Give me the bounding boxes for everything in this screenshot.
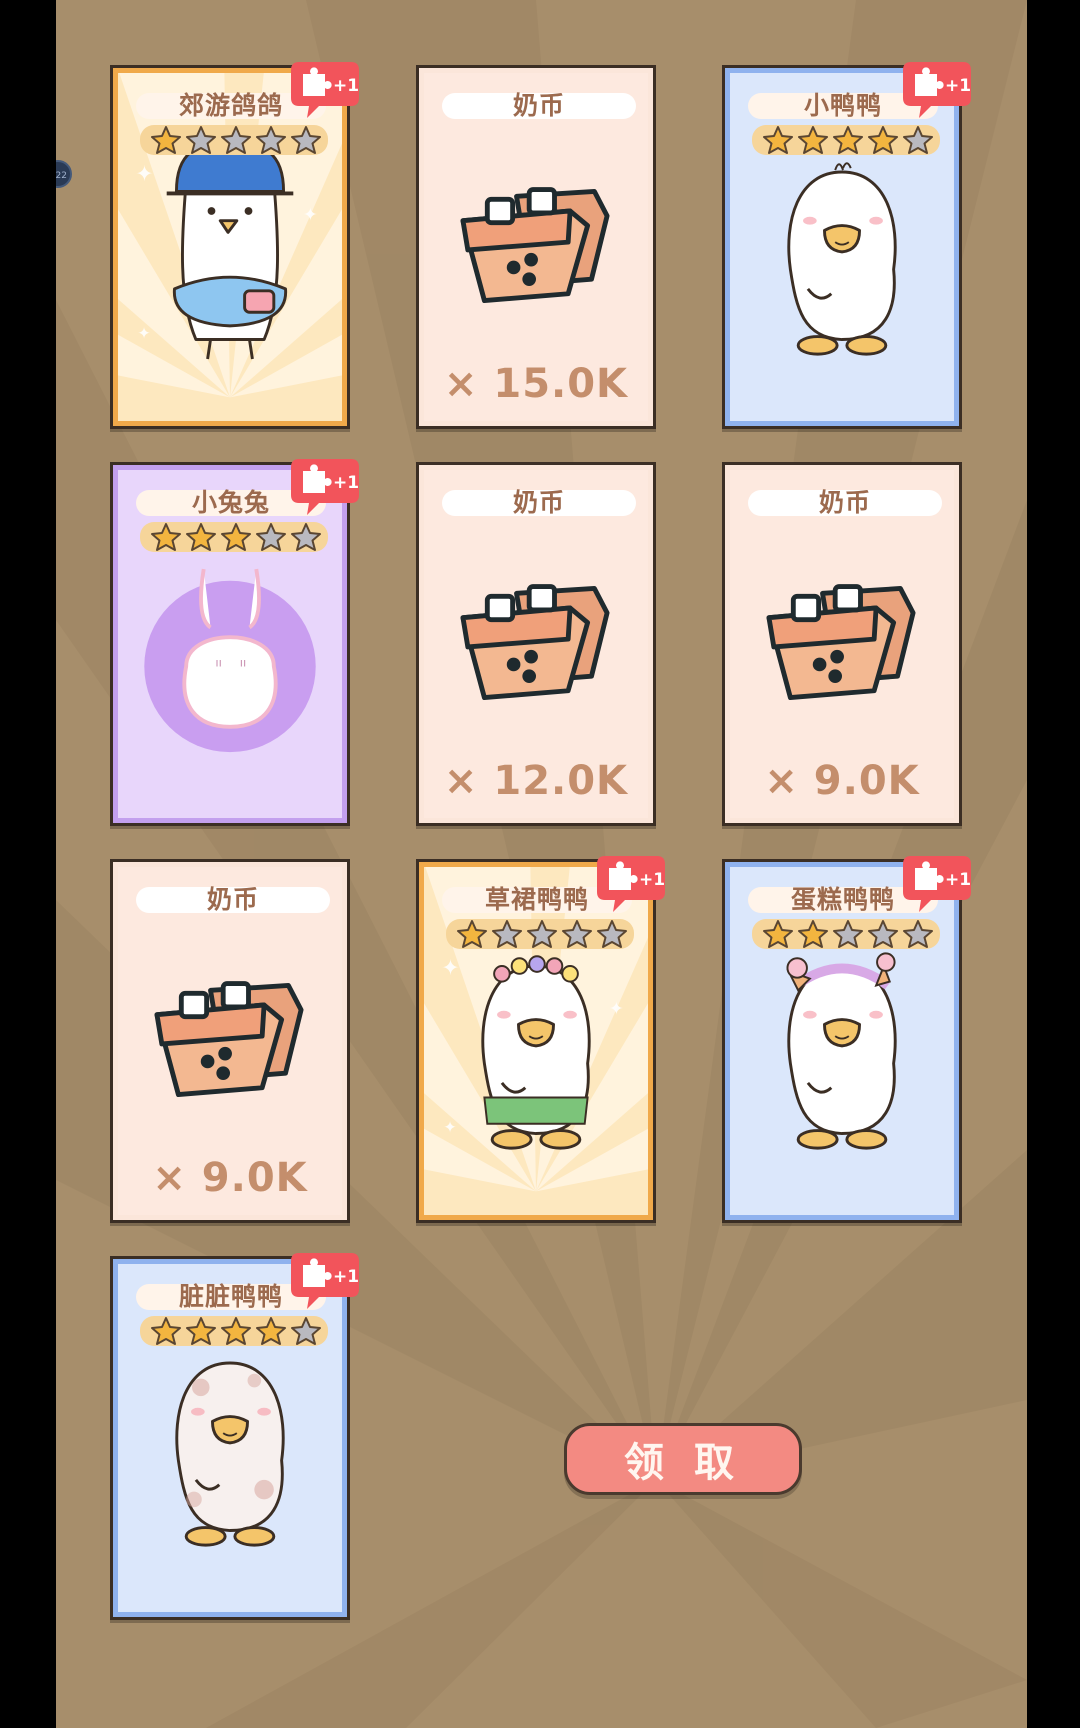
reward-card[interactable]: 小鸭鸭 +1 (722, 62, 971, 429)
card-name: 奶币 (512, 91, 565, 120)
puzzle-plus-icon: +1 (903, 62, 971, 118)
coin-amount: × 15.0K (443, 361, 629, 407)
badge-count: +1 (333, 76, 359, 96)
star-empty-icon (527, 920, 557, 948)
star-empty-icon (492, 920, 522, 948)
star-filled-icon (151, 126, 181, 154)
puzzle-plus-icon: +1 (597, 856, 665, 912)
star-rating (752, 919, 940, 949)
puzzle-plus-icon: +1 (291, 1253, 359, 1309)
star-empty-icon (221, 126, 251, 154)
star-filled-icon (763, 920, 793, 948)
card-name-pill: 奶币 (136, 887, 330, 913)
card-inner: 脏脏鸭鸭 (118, 1264, 342, 1612)
svg-text:ıı: ıı (215, 655, 222, 669)
coin-amount: × 12.0K (443, 758, 629, 804)
star-filled-icon (457, 920, 487, 948)
star-filled-icon (798, 920, 828, 948)
star-filled-icon (186, 1317, 216, 1345)
fragment-badge: +1 (595, 852, 667, 914)
star-filled-icon (186, 523, 216, 551)
star-filled-icon (868, 126, 898, 154)
star-rating (140, 125, 328, 155)
card-inner: 奶币 × 9.0K (730, 470, 954, 818)
card-name-pill: 奶币 (442, 93, 636, 119)
reward-card[interactable]: 蛋糕鸭鸭 +1 (722, 856, 971, 1223)
star-empty-icon (256, 523, 286, 551)
star-filled-icon (151, 523, 181, 551)
card-name: 奶币 (206, 885, 259, 914)
fragment-badge: +1 (289, 455, 361, 517)
svg-text:ıı: ıı (240, 655, 247, 669)
star-filled-icon (256, 1317, 286, 1345)
star-rating (446, 919, 634, 949)
reward-screen: 22 ✦ ✦ ✦ 郊游鸽鸽 +1 奶币 × 15.0K 小鸭鸭 +1 ıı ıı… (56, 0, 1027, 1728)
reward-card[interactable]: 脏脏鸭鸭 +1 (110, 1253, 359, 1620)
card-inner: 奶币 × 15.0K (424, 73, 648, 421)
star-empty-icon (256, 126, 286, 154)
card-name: 奶币 (818, 488, 871, 517)
puzzle-plus-icon: +1 (291, 459, 359, 515)
card-name-pill: 奶币 (442, 490, 636, 516)
badge-count: +1 (945, 870, 971, 890)
fragment-badge: +1 (901, 852, 973, 914)
fragment-badge: +1 (289, 1249, 361, 1311)
claim-button[interactable]: 领 取 (564, 1423, 802, 1495)
card-inner: 奶币 × 12.0K (424, 470, 648, 818)
star-empty-icon (597, 920, 627, 948)
star-filled-icon (763, 126, 793, 154)
puzzle-plus-icon: +1 (903, 856, 971, 912)
reward-card[interactable]: 奶币 × 12.0K (416, 462, 656, 826)
star-filled-icon (221, 1317, 251, 1345)
reward-card[interactable]: 奶币 × 9.0K (110, 859, 350, 1223)
star-rating (752, 125, 940, 155)
badge-count: +1 (945, 76, 971, 96)
reward-card[interactable]: 奶币 × 9.0K (722, 462, 962, 826)
badge-count: +1 (333, 473, 359, 493)
reward-card[interactable]: ✦ ✦ ✦ 郊游鸽鸽 +1 (110, 62, 359, 429)
fragment-badge: +1 (901, 58, 973, 120)
fragment-badge: +1 (289, 58, 361, 120)
star-empty-icon (833, 920, 863, 948)
star-rating (140, 1316, 328, 1346)
star-empty-icon (868, 920, 898, 948)
card-name-pill: 奶币 (748, 490, 942, 516)
card-inner: ✦ ✦ ✦ 草裙鸭鸭 (424, 867, 648, 1215)
star-filled-icon (833, 126, 863, 154)
card-inner: 蛋糕鸭鸭 (730, 867, 954, 1215)
star-empty-icon (291, 523, 321, 551)
star-filled-icon (151, 1317, 181, 1345)
coin-amount: × 9.0K (764, 758, 920, 804)
badge-count: +1 (333, 1267, 359, 1287)
coin-amount: × 9.0K (152, 1155, 308, 1201)
star-empty-icon (562, 920, 592, 948)
card-name: 奶币 (512, 488, 565, 517)
star-filled-icon (221, 523, 251, 551)
star-empty-icon (291, 1317, 321, 1345)
card-inner: ✦ ✦ ✦ 郊游鸽鸽 (118, 73, 342, 421)
star-empty-icon (903, 920, 933, 948)
star-filled-icon (798, 126, 828, 154)
star-empty-icon (291, 126, 321, 154)
star-empty-icon (186, 126, 216, 154)
card-inner: 小鸭鸭 (730, 73, 954, 421)
reward-card[interactable]: 奶币 × 15.0K (416, 65, 656, 429)
card-inner: 奶币 × 9.0K (118, 867, 342, 1215)
badge-count: +1 (639, 870, 665, 890)
reward-card[interactable]: ıı ıı 小兔兔 +1 (110, 459, 359, 826)
star-rating (140, 522, 328, 552)
puzzle-plus-icon: +1 (291, 62, 359, 118)
reward-card[interactable]: ✦ ✦ ✦ 草裙鸭鸭 +1 (416, 856, 665, 1223)
card-inner: ıı ıı 小兔兔 (118, 470, 342, 818)
star-empty-icon (903, 126, 933, 154)
